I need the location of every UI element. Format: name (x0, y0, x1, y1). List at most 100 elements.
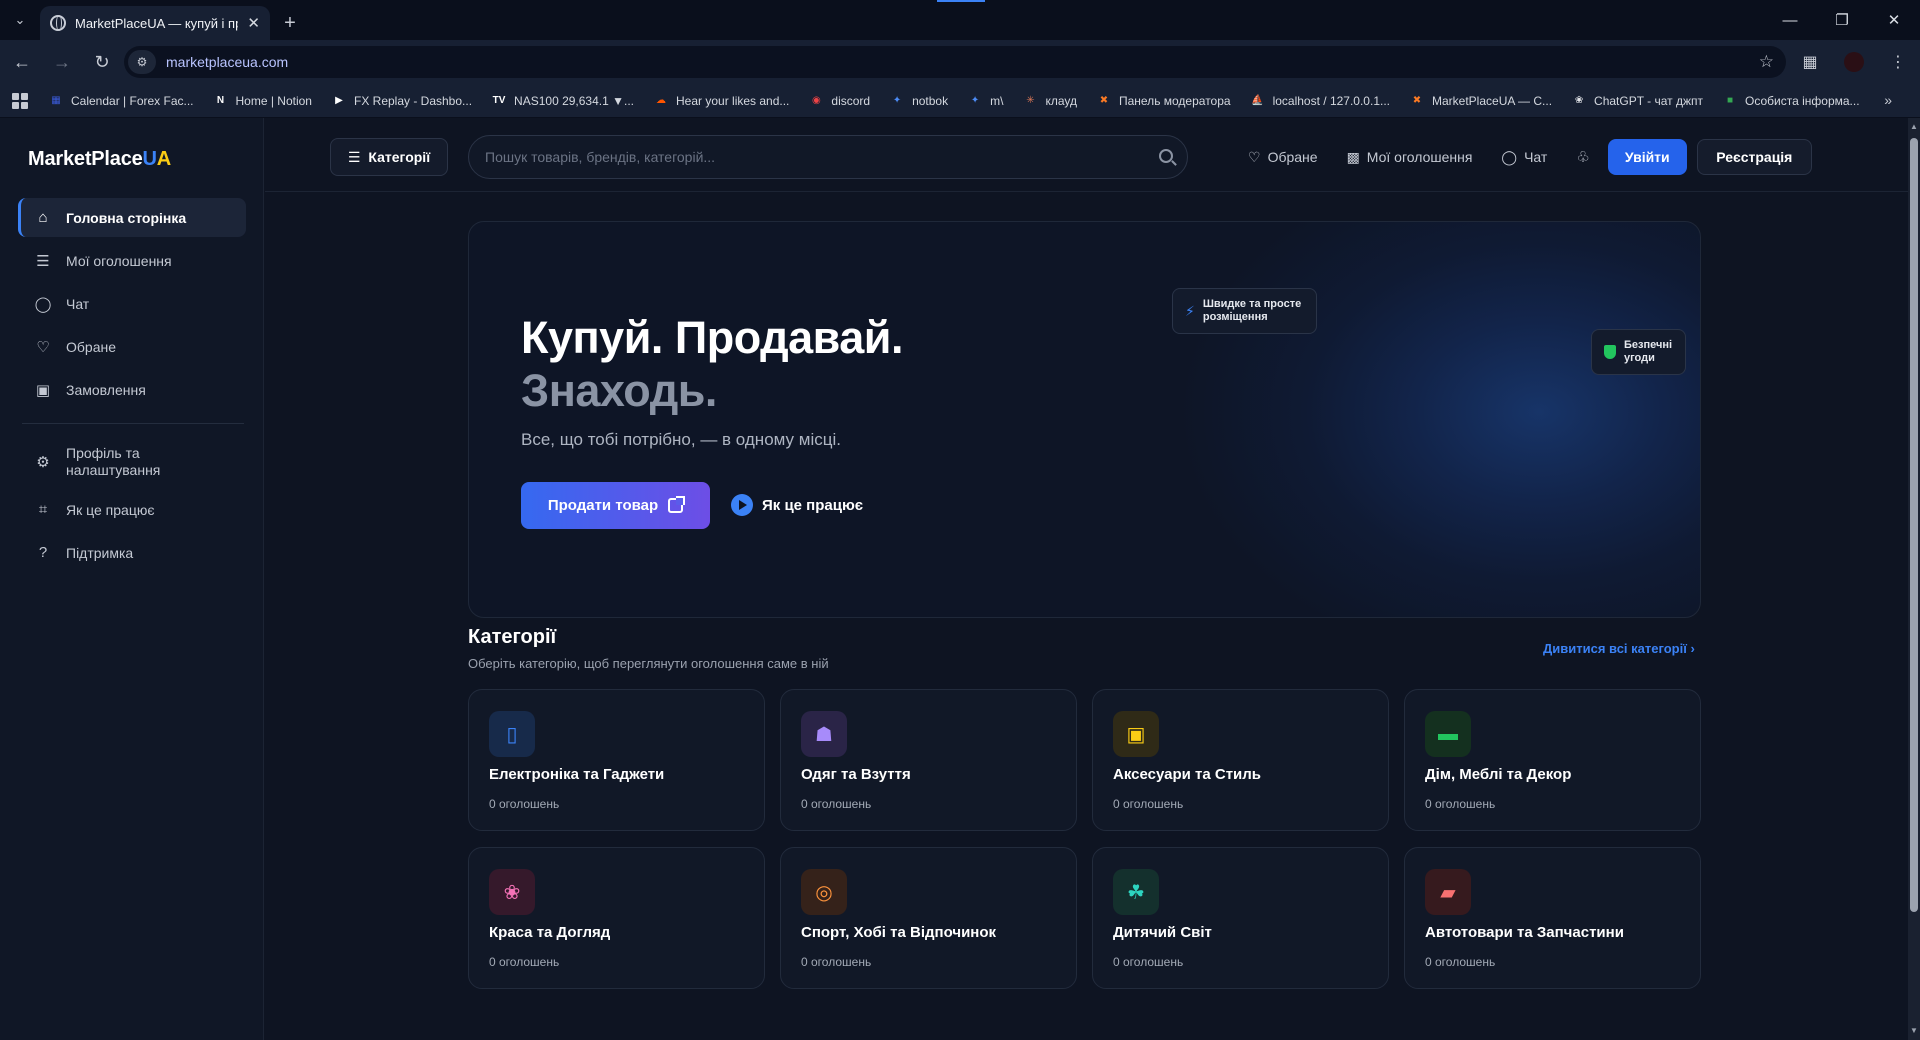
browser-tab-bar: ⌄ MarketPlaceUA — купуй і продавай ✕ + —… (0, 0, 1920, 40)
car-icon: ▰ (1425, 869, 1471, 915)
minimize-icon[interactable]: — (1764, 0, 1816, 40)
scroll-down-arrow-icon[interactable]: ▼ (1910, 1026, 1918, 1036)
bookmark-item[interactable]: ▶ FX Replay - Dashbo... (331, 93, 472, 109)
bookmark-star-icon[interactable]: ☆ (1759, 52, 1774, 72)
scroll-up-arrow-icon[interactable]: ▲ (1910, 122, 1918, 132)
category-card[interactable]: ▯ Електроніка та Гаджети 0 оголошень (468, 689, 765, 831)
category-card[interactable]: ❀ Краса та Догляд 0 оголошень (468, 847, 765, 989)
my-listings-link[interactable]: ▩ Мої оголошення (1347, 149, 1473, 166)
chat-bubble-icon: ◯ (1501, 148, 1518, 165)
apps-grid-icon[interactable] (12, 92, 28, 109)
sidebar: MarketPlaceUA ⌂ Головна сторінка ☰ Мої огол… (0, 118, 264, 1040)
category-count: 0 оголошень (489, 955, 560, 969)
bookmark-item[interactable]: ✦ notbok (889, 93, 948, 109)
bookmark-item[interactable]: ☁ Hear your likes and... (653, 93, 789, 109)
phpmyadmin-icon: ⛵ (1251, 95, 1264, 106)
sidebar-item-bag[interactable]: ▣ Замовлення (18, 370, 246, 409)
window-controls: — ❐ ✕ (1764, 0, 1920, 40)
forward-arrow-icon[interactable]: → (44, 44, 80, 80)
phone-icon: ▯ (489, 711, 535, 757)
sidebar-nav: ⌂ Головна сторінка ☰ Мої оголошення ◯ Чат ♡ Обр… (18, 198, 246, 576)
page-content: MarketPlaceUA ⌂ Головна сторінка ☰ Мої огол… (0, 118, 1908, 1040)
categories-title: Категорії (468, 626, 557, 648)
bookmark-item[interactable]: ⛵ localhost / 127.0.0.1... (1250, 93, 1390, 109)
category-card[interactable]: ☘ Дитячий Світ 0 оголошень (1092, 847, 1389, 989)
scrollbar-thumb[interactable] (1910, 138, 1918, 912)
hamburger-icon: ☰ (347, 148, 361, 165)
category-name: Дім, Меблі та Декор (1425, 766, 1572, 783)
bookmark-item[interactable]: ◉ discord (808, 93, 870, 109)
sidebar-item-list[interactable]: ☰ Мої оголошення (18, 241, 246, 280)
bookmark-item[interactable]: ✳ клауд (1022, 93, 1077, 109)
chat-link[interactable]: ◯ Чат (1501, 149, 1547, 166)
sidebar-item-gear[interactable]: ⚙ Профіль та налаштування (18, 438, 246, 486)
favorites-link[interactable]: ♡ Обране (1248, 149, 1318, 166)
address-bar[interactable]: ⚙ marketplaceua.com ☆ (124, 46, 1786, 78)
close-window-icon[interactable]: ✕ (1868, 0, 1920, 40)
bookmarks-overflow-chevron-icon[interactable]: » (1884, 92, 1892, 108)
category-count: 0 оголошень (801, 955, 872, 969)
category-card[interactable]: ▬ Дім, Меблі та Декор 0 оголошень (1404, 689, 1701, 831)
bookmark-item[interactable]: ■ Особиста інформа... (1722, 93, 1860, 109)
back-arrow-icon[interactable]: ← (4, 44, 40, 80)
sidebar-item-help[interactable]: ? Підтримка (18, 533, 246, 572)
close-tab-icon[interactable]: ✕ (247, 14, 260, 32)
book-icon: ⌗ (38, 501, 48, 518)
shopping-bag-icon: ▣ (1113, 711, 1159, 757)
category-name: Автотовари та Запчастини (1425, 924, 1624, 941)
bookmark-label: Home | Notion (235, 93, 312, 108)
soundcloud-icon: ☁ (656, 95, 666, 106)
new-tab-plus-icon[interactable]: + (270, 6, 310, 40)
tab-title: MarketPlaceUA — купуй і продавай (75, 15, 238, 31)
sidebar-item-heart[interactable]: ♡ Обране (18, 327, 246, 366)
search-input[interactable] (485, 136, 1145, 178)
bookmark-item[interactable]: TV NAS100 29,634.1 ▼... (491, 93, 634, 109)
reload-icon[interactable]: ↻ (84, 44, 120, 80)
profile-avatar[interactable] (1844, 52, 1864, 72)
site-logo[interactable]: MarketPlaceUA (28, 148, 171, 171)
extensions-puzzle-icon[interactable]: ▦ (1788, 52, 1832, 72)
sidebar-item-chat[interactable]: ◯ Чат (18, 284, 246, 323)
category-card[interactable]: ▣ Аксесуари та Стиль 0 оголошень (1092, 689, 1389, 831)
bookmark-item[interactable]: ✦ m\ (967, 93, 1004, 109)
bookmark-item[interactable]: N Home | Notion (213, 93, 312, 109)
search-icon[interactable] (1159, 149, 1173, 163)
tradingview-icon: TV (492, 95, 506, 106)
url-text[interactable]: marketplaceua.com (166, 54, 288, 70)
bookmark-item[interactable]: ▦ Calendar | Forex Fac... (48, 93, 193, 109)
bookmark-item[interactable]: ✖ MarketPlaceUA — С... (1409, 93, 1552, 109)
sidebar-item-home[interactable]: ⌂ Головна сторінка (18, 198, 246, 237)
address-toolbar: ← → ↻ ⚙ marketplaceua.com ☆ ▦ ⋮ (0, 40, 1920, 84)
menu-kebab-icon[interactable]: ⋮ (1876, 52, 1920, 72)
categories-menu-button[interactable]: ☰ Категорії (330, 138, 448, 176)
how-it-works-link[interactable]: Як це працює (731, 494, 863, 516)
bookmarks-bar: ▦ Calendar | Forex Fac... N Home | Notion ▶ F… (0, 84, 1920, 118)
tab-search-chevron-icon[interactable]: ⌄ (0, 0, 40, 40)
category-count: 0 оголошень (1113, 797, 1184, 811)
sidebar-item-book[interactable]: ⌗ Як це працює (18, 490, 246, 529)
heart-icon: ♡ (1248, 148, 1261, 165)
notion-icon: N (216, 95, 225, 106)
category-card[interactable]: ▰ Автотовари та Запчастини 0 оголошень (1404, 847, 1701, 989)
category-card[interactable]: ☗ Одяг та Взуття 0 оголошень (780, 689, 1077, 831)
sidebar-item-label: Замовлення (66, 381, 146, 398)
fxreplay-icon: ▶ (335, 95, 343, 106)
browser-tab-active[interactable]: MarketPlaceUA — купуй і продавай ✕ (40, 6, 270, 40)
safe-deals-badge: Безпечні угоди (1591, 329, 1686, 375)
login-button[interactable]: Увійти (1607, 139, 1687, 175)
register-button[interactable]: Реєстрація (1696, 139, 1812, 175)
category-name: Аксесуари та Стиль (1113, 766, 1262, 783)
bookmark-item[interactable]: ❀ ChatGPT - чат джпт (1571, 93, 1703, 109)
claude-icon: ✳ (1026, 95, 1035, 106)
fast-listing-badge: ⚡ Швидке та просте розміщення (1172, 288, 1317, 334)
sofa-icon: ▬ (1425, 711, 1471, 757)
category-count: 0 оголошень (1425, 797, 1496, 811)
view-all-categories-link[interactable]: Дивитися всі категорії › (1543, 641, 1695, 656)
bookmark-item[interactable]: ✖ Панель модератора (1096, 93, 1231, 109)
bookmark-label: MarketPlaceUA — С... (1432, 93, 1553, 108)
sell-item-button[interactable]: Продати товар (521, 482, 710, 529)
bell-icon[interactable]: ♧ (1576, 148, 1589, 166)
restore-icon[interactable]: ❐ (1816, 0, 1868, 40)
category-card[interactable]: ◎ Спорт, Хобі та Відпочинок 0 оголошень (780, 847, 1077, 989)
site-info-icon[interactable]: ⚙ (128, 50, 156, 74)
